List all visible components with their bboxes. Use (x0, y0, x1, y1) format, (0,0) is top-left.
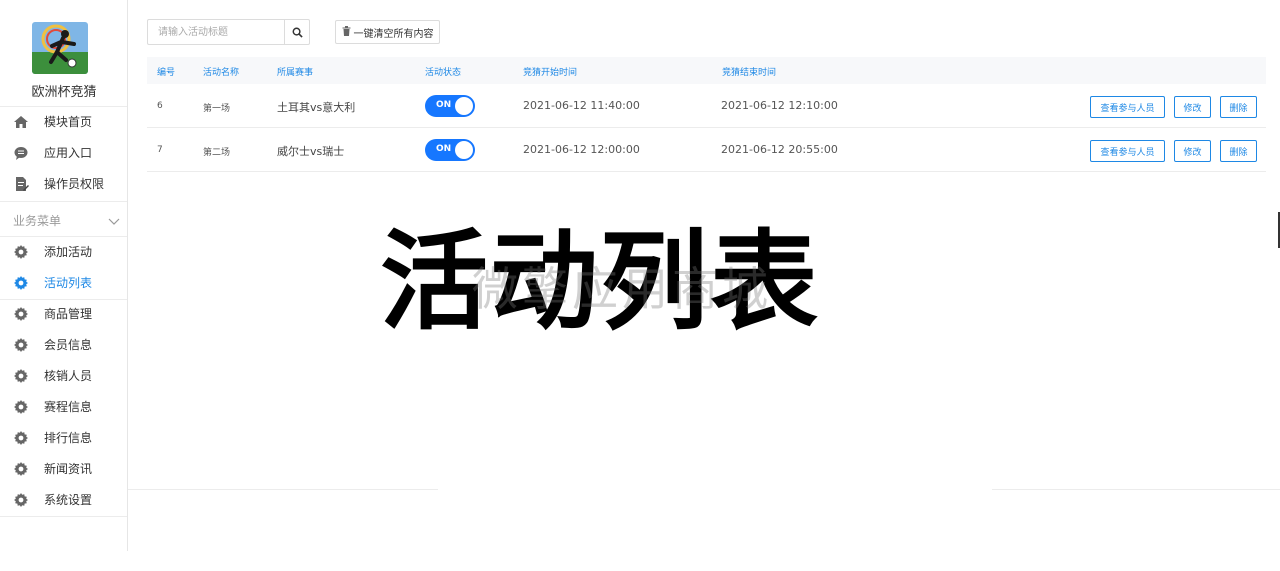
cell-end-time: 2021-06-12 12:10:00 (721, 99, 838, 112)
table-header: 编号 活动名称 所属赛事 活动状态 竞猜开始时间 竞猜结束时间 (147, 57, 1266, 84)
sidebar-item-operator-permissions[interactable]: 操作员权限 (0, 169, 127, 199)
cell-match: 威尔士vs瑞士 (277, 145, 345, 158)
sidebar-item-label: 排行信息 (44, 431, 93, 445)
toggle-label: ON (436, 144, 452, 154)
view-participants-button[interactable]: 查看参与人员 (1090, 140, 1165, 162)
cell-name: 第二场 (203, 148, 231, 158)
sidebar-divider (0, 516, 127, 517)
sidebar: 欧洲杯竞猜 模块首页 应用入口 操作员权限 业务菜单 添加活动活动列表商品管理会… (0, 0, 128, 551)
gear-icon (13, 368, 29, 384)
delete-button[interactable]: 删除 (1220, 96, 1257, 118)
sidebar-item-label: 新闻资讯 (44, 462, 93, 476)
cell-name: 第一场 (203, 104, 231, 114)
cell-start-time: 2021-06-12 12:00:00 (523, 143, 640, 156)
cell-id: 6 (157, 101, 163, 111)
column-header-name: 活动名称 (203, 68, 240, 78)
sidebar-business-item[interactable]: 商品管理 (0, 299, 127, 329)
sidebar-item-label: 操作员权限 (44, 177, 105, 191)
sidebar-divider (0, 201, 127, 202)
sidebar-business-item[interactable]: 添加活动 (0, 237, 127, 267)
toggle-knob (455, 141, 473, 159)
sidebar-business-item[interactable]: 新闻资讯 (0, 454, 127, 484)
cell-id: 7 (157, 145, 163, 155)
table-row: 7 第二场 威尔士vs瑞士 ON 2021-06-12 12:00:00 202… (147, 128, 1266, 172)
sidebar-item-label: 核销人员 (44, 369, 93, 383)
footer-divider (992, 489, 1280, 490)
brand-name: 欧洲杯竞猜 (31, 85, 97, 100)
sidebar-business-item[interactable]: 系统设置 (0, 485, 127, 515)
app-logo (32, 22, 88, 74)
column-header-status: 活动状态 (425, 68, 462, 78)
watermark-text: 微擎应用商城 (472, 262, 772, 316)
gear-icon (13, 275, 29, 291)
sidebar-business-item[interactable]: 赛程信息 (0, 392, 127, 422)
gear-icon (13, 399, 29, 415)
cell-start-time: 2021-06-12 11:40:00 (523, 99, 640, 112)
edit-doc-icon (13, 176, 29, 192)
cell-end-time: 2021-06-12 20:55:00 (721, 143, 838, 156)
edit-button[interactable]: 修改 (1174, 140, 1211, 162)
sidebar-business-item[interactable]: 活动列表 (0, 268, 127, 298)
column-header-start-time: 竞猜开始时间 (523, 68, 578, 78)
sidebar-item-label: 商品管理 (44, 307, 93, 321)
delete-button[interactable]: 删除 (1220, 140, 1257, 162)
toggle-label: ON (436, 100, 452, 110)
sidebar-business-item[interactable]: 排行信息 (0, 423, 127, 453)
sidebar-business-item[interactable]: 核销人员 (0, 361, 127, 391)
gear-icon (13, 244, 29, 260)
footer-divider (128, 489, 438, 490)
column-header-match: 所属赛事 (277, 68, 314, 78)
chevron-down-icon[interactable] (108, 212, 120, 225)
gear-icon (13, 492, 29, 508)
sidebar-section-title: 业务菜单 (13, 214, 62, 228)
status-toggle[interactable]: ON (425, 139, 475, 161)
status-toggle[interactable]: ON (425, 95, 475, 117)
sidebar-item-label: 添加活动 (44, 245, 93, 259)
search-icon (292, 23, 303, 42)
clear-all-label: 一键清空所有内容 (353, 28, 434, 40)
sidebar-item-label: 赛程信息 (44, 400, 93, 414)
clear-all-button[interactable]: 一键清空所有内容 (335, 20, 440, 44)
sidebar-item-home[interactable]: 模块首页 (0, 107, 127, 137)
sidebar-business-item[interactable]: 会员信息 (0, 330, 127, 360)
gear-icon (13, 337, 29, 353)
gear-icon (13, 461, 29, 477)
edit-button[interactable]: 修改 (1174, 96, 1211, 118)
column-header-id: 编号 (157, 68, 176, 78)
sidebar-item-label: 活动列表 (44, 276, 93, 290)
search-button[interactable] (284, 19, 310, 45)
sidebar-item-label: 应用入口 (44, 146, 93, 160)
search-input[interactable] (147, 19, 284, 45)
chat-icon (13, 145, 29, 161)
gear-icon (13, 430, 29, 446)
sidebar-item-label: 系统设置 (44, 493, 93, 507)
home-icon (13, 114, 29, 130)
table-row: 6 第一场 土耳其vs意大利 ON 2021-06-12 11:40:00 20… (147, 84, 1266, 128)
cell-match: 土耳其vs意大利 (277, 101, 356, 114)
column-header-end-time: 竞猜结束时间 (722, 68, 777, 78)
sidebar-item-label: 模块首页 (44, 115, 93, 129)
view-participants-button[interactable]: 查看参与人员 (1090, 96, 1165, 118)
trash-icon (342, 25, 351, 39)
gear-icon (13, 306, 29, 322)
sidebar-item-label: 会员信息 (44, 338, 93, 352)
toggle-knob (455, 97, 473, 115)
sidebar-item-app-entry[interactable]: 应用入口 (0, 138, 127, 168)
